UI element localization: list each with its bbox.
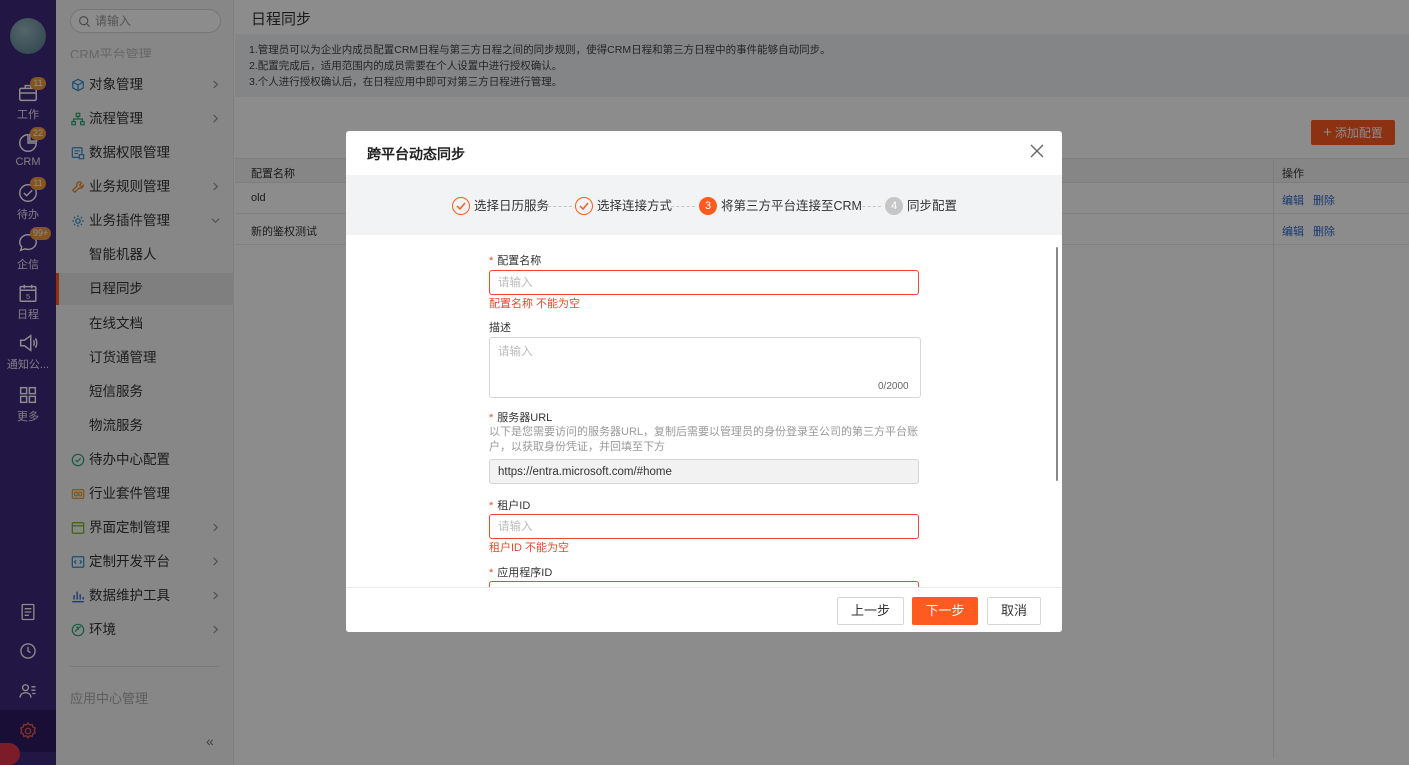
config-name-error: 配置名称 不能为空	[489, 298, 581, 310]
step-connector	[671, 206, 695, 207]
modal-body: *配置名称 配置名称 不能为空 描述 0/2000 *服务器URL 以下是您需要…	[346, 235, 1062, 587]
step-label: 选择日历服务	[474, 199, 550, 213]
step-done-icon	[575, 197, 593, 215]
close-icon[interactable]	[1029, 143, 1045, 159]
prev-step-button[interactable]: 上一步	[837, 597, 904, 625]
server-url-hint: 以下是您需要访问的服务器URL，复制后需要以管理员的身份登录至公司的第三方平台账…	[489, 426, 919, 453]
modal-title: 跨平台动态同步	[367, 146, 465, 162]
sync-config-modal: 跨平台动态同步 选择日历服务 选择连接方式 3 将第三方平台连接至CRM 4 同…	[346, 131, 1062, 632]
step-connector	[548, 206, 572, 207]
step-connector	[857, 206, 881, 207]
config-name-input[interactable]	[489, 270, 919, 295]
step-number: 3	[699, 197, 717, 215]
step-label: 将第三方平台连接至CRM	[721, 199, 862, 213]
description-label: 描述	[489, 322, 511, 334]
description-counter: 0/2000	[878, 381, 909, 392]
stepper: 选择日历服务 选择连接方式 3 将第三方平台连接至CRM 4 同步配置	[346, 175, 1062, 235]
tenant-id-label: * 租户ID	[489, 500, 531, 512]
step-number: 4	[885, 197, 903, 215]
next-step-button[interactable]: 下一步	[912, 597, 978, 625]
description-textarea[interactable]	[489, 337, 921, 398]
modal-footer: 上一步 下一步 取消	[346, 587, 1062, 632]
step-label: 同步配置	[907, 199, 958, 213]
config-name-label: * 配置名称	[489, 255, 542, 267]
server-url-label: * 服务器URL	[489, 412, 553, 424]
label-text: 服务器URL	[497, 412, 553, 424]
label-text: 配置名称	[497, 255, 542, 267]
step-label: 选择连接方式	[597, 199, 673, 213]
tenant-id-input[interactable]	[489, 514, 919, 539]
label-text: 应用程序ID	[497, 567, 553, 579]
step-done-icon	[452, 197, 470, 215]
modal-scrollbar[interactable]	[1056, 247, 1058, 481]
server-url-input[interactable]	[489, 459, 919, 484]
label-text: 租户ID	[497, 500, 531, 512]
app-root: 11 工作 22 CRM 11 待办 99+ 企信 5 日程 通知公... 更多…	[0, 0, 1409, 765]
app-id-label: * 应用程序ID	[489, 567, 553, 579]
cancel-button[interactable]: 取消	[987, 597, 1041, 625]
tenant-id-error: 租户ID 不能为空	[489, 542, 570, 554]
